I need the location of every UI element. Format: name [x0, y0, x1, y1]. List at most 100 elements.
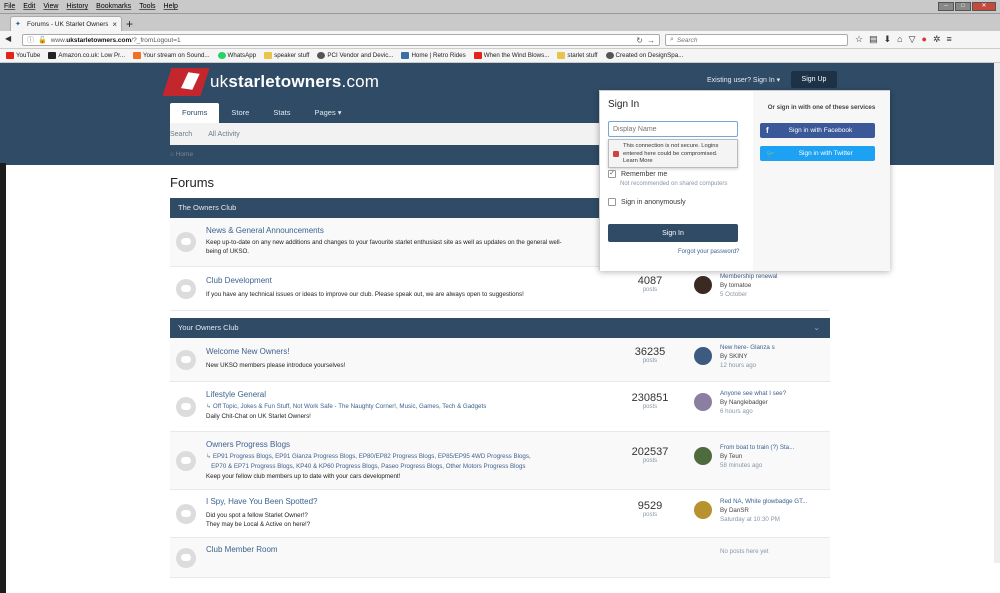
subnav-search-link[interactable]: Search	[170, 131, 192, 138]
last-post-author[interactable]: By DanSR	[720, 507, 749, 514]
home-icon[interactable]: ⌂	[897, 34, 902, 45]
forum-title-link[interactable]: Club Development	[206, 276, 272, 285]
bookmark-item[interactable]: Created on DesignSpa...	[605, 52, 683, 59]
bookmark-item[interactable]: When the Wind Blows...	[473, 52, 549, 59]
forum-title-link[interactable]: Club Member Room	[206, 545, 278, 554]
last-post-title-link[interactable]: Anyone see what I see?	[720, 390, 786, 397]
tab-store[interactable]: Store	[219, 103, 261, 123]
breadcrumb[interactable]: ⌂ Home	[170, 151, 193, 158]
category-title: The Owners Club	[178, 203, 237, 212]
forgot-password-link[interactable]: Forgot your password?	[678, 249, 739, 255]
sign-up-button[interactable]: Sign Up	[791, 71, 837, 88]
avatar[interactable]	[694, 501, 712, 519]
post-count-number: 230851	[631, 392, 669, 404]
avatar[interactable]	[694, 447, 712, 465]
sign-in-button[interactable]: Sign In	[608, 224, 738, 242]
main-nav: Forums Store Stats Pages ▾	[170, 103, 599, 123]
page-scrollbar[interactable]	[994, 63, 1000, 563]
remember-me-note: Not recommended on shared computers	[620, 181, 728, 187]
menu-bookmarks[interactable]: Bookmarks	[92, 3, 135, 10]
search-input[interactable]	[676, 36, 837, 44]
avatar[interactable]	[694, 276, 712, 294]
bookmark-item[interactable]: YouTube	[6, 52, 40, 59]
url-text[interactable]: www.ukstarletowners.com/?_fromLogout=1	[51, 37, 633, 44]
web-page: ukstarletowners.com Existing user? Sign …	[0, 63, 1000, 593]
maximize-icon[interactable]: □	[955, 2, 971, 11]
new-tab-icon[interactable]: +	[126, 17, 133, 31]
insecure-login-warning: This connection is not secure. Logins en…	[608, 139, 738, 168]
bookmark-item[interactable]: Amazon.co.uk: Low Pr...	[48, 52, 125, 59]
menu-edit[interactable]: Edit	[19, 3, 39, 10]
extension-icon[interactable]: ✲	[933, 34, 941, 45]
site-logo[interactable]: ukstarletowners.com	[162, 68, 379, 96]
insecure-lock-icon[interactable]: 🔓	[38, 36, 47, 44]
forum-title-link[interactable]: Owners Progress Blogs	[206, 440, 290, 449]
subforum-links[interactable]: ↳ EP91 Progress Blogs, EP91 Glanza Progr…	[206, 452, 616, 472]
forum-read-icon	[176, 350, 196, 370]
last-post-author[interactable]: By tomatoe	[720, 282, 751, 289]
minimize-icon[interactable]: –	[938, 2, 954, 11]
sign-in-form: Sign In This connection is not secure. L…	[600, 91, 753, 271]
menu-history[interactable]: History	[62, 3, 92, 10]
post-count: 4087 posts	[615, 275, 685, 293]
forum-title-link[interactable]: I Spy, Have You Been Spotted?	[206, 497, 318, 506]
remember-me-option[interactable]: ✓ Remember me	[608, 170, 667, 178]
forum-description: Did you spot a fellow Starlet Owner!? The…	[206, 512, 311, 528]
last-post-author[interactable]: By SKINY	[720, 353, 748, 360]
bookmark-item[interactable]: PCI Vendor and Devic...	[317, 52, 393, 59]
bookmark-item[interactable]: starlet stuff	[557, 52, 598, 59]
last-post-author[interactable]: By Nanglebadger	[720, 399, 768, 406]
bookmark-item[interactable]: Home | Retro Rides	[401, 52, 466, 59]
last-post-title-link[interactable]: New here- Glanza s	[720, 344, 775, 351]
reading-list-icon[interactable]: ▤	[869, 34, 878, 45]
url-bar[interactable]: ⓘ 🔓 www.ukstarletowners.com/?_fromLogout…	[22, 34, 660, 46]
browser-tab[interactable]: ✦ Forums - UK Starlet Owners ×	[10, 16, 122, 31]
post-count-number: 36235	[634, 346, 666, 358]
sub-nav: Search All Activity	[170, 123, 599, 145]
twitter-sign-in-button[interactable]: 🐦 Sign in with Twitter	[760, 146, 875, 161]
hamburger-menu-icon[interactable]: ≡	[946, 34, 951, 45]
forum-title-link[interactable]: Lifestyle General	[206, 390, 266, 399]
anonymous-checkbox[interactable]	[608, 198, 616, 206]
last-post-title-link[interactable]: Membership renewal	[720, 273, 777, 280]
menu-help[interactable]: Help	[160, 3, 182, 10]
menu-tools[interactable]: Tools	[135, 3, 159, 10]
bookmark-item[interactable]: speaker stuff	[264, 52, 309, 59]
last-post-author[interactable]: By Teun	[720, 453, 742, 460]
forum-title-link[interactable]: News & General Announcements	[206, 226, 324, 235]
menu-file[interactable]: File	[0, 3, 19, 10]
facebook-sign-in-button[interactable]: f Sign in with Facebook	[760, 123, 875, 138]
last-post-title-link[interactable]: From boat to train (?) Sta...	[720, 444, 794, 451]
avatar[interactable]	[694, 393, 712, 411]
tab-close-icon[interactable]: ×	[112, 20, 117, 29]
last-post-title-link[interactable]: Red NA, White glowbadge GT...	[720, 498, 807, 505]
forward-icon[interactable]: →	[647, 36, 655, 45]
close-window-icon[interactable]: ✕	[972, 2, 996, 11]
remember-me-checkbox[interactable]: ✓	[608, 170, 616, 178]
learn-more-link[interactable]: Learn More	[623, 158, 653, 164]
pocket-icon[interactable]: ▽	[909, 34, 916, 45]
subnav-all-activity-link[interactable]: All Activity	[208, 131, 240, 138]
existing-user-signin-link[interactable]: Existing user? Sign In ▾	[707, 76, 780, 84]
download-icon[interactable]: ⬇	[884, 34, 892, 45]
search-bar[interactable]: ⌕	[665, 34, 848, 46]
left-edge	[0, 163, 6, 593]
addon-icon[interactable]: ●	[922, 34, 927, 45]
reload-icon[interactable]: ↻	[636, 36, 643, 45]
subforum-links[interactable]: ↳ Off Topic, Jokes & Fun Stuff, Not Work…	[206, 402, 606, 412]
bookmark-item[interactable]: Your stream on Sound...	[133, 52, 210, 59]
last-post: Anyone see what I see? By Nanglebadger 6…	[694, 390, 834, 420]
forum-title-link[interactable]: Welcome New Owners!	[206, 347, 289, 356]
collapse-chevron-icon[interactable]: ⌄	[813, 318, 820, 338]
info-icon[interactable]: ⓘ	[27, 35, 34, 45]
bookmark-item[interactable]: WhatsApp	[217, 52, 256, 59]
menu-view[interactable]: View	[39, 3, 62, 10]
avatar[interactable]	[694, 347, 712, 365]
bookmark-star-icon[interactable]: ☆	[855, 34, 863, 45]
tab-stats[interactable]: Stats	[261, 103, 302, 123]
back-icon[interactable]: ◀	[5, 34, 11, 43]
tab-forums[interactable]: Forums	[170, 103, 220, 123]
display-name-input[interactable]	[608, 121, 738, 137]
anonymous-option[interactable]: Sign in anonymously	[608, 198, 686, 206]
tab-pages[interactable]: Pages ▾	[302, 103, 353, 123]
